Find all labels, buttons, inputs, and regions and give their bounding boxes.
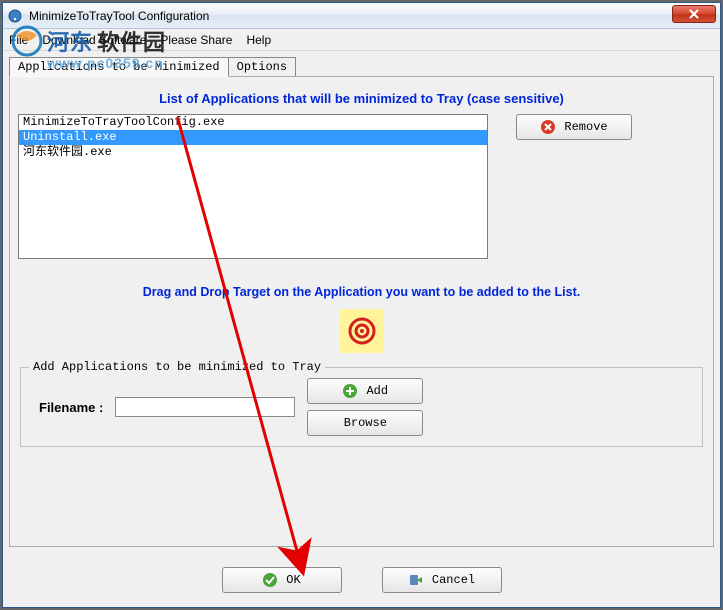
list-item[interactable]: MinimizeToTrayToolConfig.exe (19, 115, 487, 130)
remove-icon (540, 119, 556, 135)
drag-target[interactable] (340, 309, 384, 353)
tab-options[interactable]: Options (228, 57, 296, 77)
tab-applications[interactable]: Applications to be Minimized (9, 57, 229, 77)
titlebar: MinimizeToTrayTool Configuration (3, 3, 720, 29)
cancel-button[interactable]: Cancel (382, 567, 502, 593)
add-icon (342, 383, 358, 399)
drag-drop-text: Drag and Drop Target on the Application … (18, 285, 705, 299)
filename-label: Filename : (31, 400, 103, 415)
add-group: Add Applications to be minimized to Tray… (20, 367, 703, 447)
window-title: MinimizeToTrayTool Configuration (29, 9, 716, 23)
menu-file[interactable]: File (9, 33, 28, 47)
browse-label: Browse (344, 416, 387, 430)
ok-label: OK (286, 573, 300, 587)
close-button[interactable] (672, 5, 716, 23)
menu-share[interactable]: Please Share (160, 33, 232, 47)
bottom-bar: OK Cancel (3, 553, 720, 607)
list-title: List of Applications that will be minimi… (18, 91, 705, 106)
list-item[interactable]: 河东软件园.exe (19, 145, 487, 160)
ok-icon (262, 572, 278, 588)
remove-label: Remove (564, 120, 607, 134)
tab-strip: Applications to be Minimized Options (9, 57, 714, 77)
main-panel: List of Applications that will be minimi… (9, 76, 714, 547)
window: MinimizeToTrayTool Configuration File Do… (2, 2, 721, 608)
menu-help[interactable]: Help (246, 33, 271, 47)
ok-button[interactable]: OK (222, 567, 342, 593)
add-label: Add (366, 384, 388, 398)
menu-download[interactable]: Download Software (42, 33, 146, 47)
menubar: File Download Software Please Share Help (3, 29, 720, 51)
application-list[interactable]: MinimizeToTrayToolConfig.exeUninstall.ex… (18, 114, 488, 259)
close-icon (689, 9, 699, 19)
add-button[interactable]: Add (307, 378, 423, 404)
cancel-icon (408, 572, 424, 588)
cancel-label: Cancel (432, 573, 475, 587)
app-icon (7, 8, 23, 24)
browse-button[interactable]: Browse (307, 410, 423, 436)
remove-button[interactable]: Remove (516, 114, 632, 140)
target-icon (347, 316, 377, 346)
filename-input[interactable] (115, 397, 295, 417)
list-item[interactable]: Uninstall.exe (19, 130, 487, 145)
add-group-legend: Add Applications to be minimized to Tray (29, 360, 325, 374)
